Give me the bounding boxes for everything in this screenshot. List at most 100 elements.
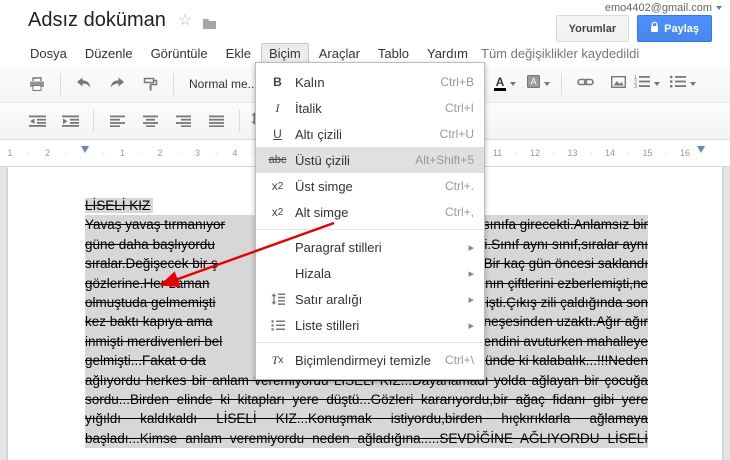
italic-icon: I [275, 100, 280, 115]
ruler-mark: · [552, 148, 556, 158]
paint-format-button[interactable] [135, 72, 165, 96]
toolbar-separator [173, 72, 174, 95]
menu-item-label: Alt simge [295, 204, 349, 220]
ruler-mark: · [102, 148, 106, 158]
submenu-arrow-icon: ▸ [468, 293, 474, 306]
subscript-icon: x2 [271, 205, 284, 219]
redo-button[interactable] [102, 72, 132, 96]
format-menu-item-ustu-cizili[interactable]: abc Üstü çizili Alt+Shift+5 [256, 147, 484, 173]
account-email: emo4402@gmail.com [604, 2, 712, 14]
bullet-list-button[interactable] [666, 72, 699, 96]
undo-button[interactable] [69, 72, 99, 96]
text-color-button[interactable]: A [490, 72, 520, 96]
account-menu[interactable]: emo4402@gmail.com [605, 2, 722, 14]
chevron-down-icon [510, 81, 516, 86]
numbered-list-icon: 123 [633, 75, 650, 93]
right-margin-marker[interactable] [697, 146, 705, 153]
ruler-mark: · [514, 148, 518, 158]
line-spacing-icon [264, 293, 291, 305]
align-right-button[interactable] [168, 109, 198, 133]
left-margin-marker[interactable] [80, 146, 89, 153]
document-title[interactable]: Adsız doküman [28, 9, 166, 32]
svg-text:A: A [530, 76, 536, 86]
comments-button[interactable]: Yorumlar [555, 15, 630, 42]
svg-text:3: 3 [634, 84, 637, 88]
ruler-mark: 12 [529, 148, 541, 158]
list-styles-icon [264, 319, 291, 331]
submenu-arrow-icon: ▸ [468, 241, 474, 254]
google-docs-window: emo4402@gmail.com Adsız doküman ☆ Yoruml… [0, 0, 730, 460]
toolbar-list-group: 123 [630, 65, 699, 102]
toolbar-separator [561, 72, 562, 95]
menu-separator [256, 342, 484, 343]
folder-icon[interactable] [202, 16, 217, 34]
ruler-mark: · [664, 148, 668, 158]
print-button[interactable] [22, 72, 52, 96]
share-button[interactable]: Paylaş [637, 15, 712, 42]
strikethrough-icon: abc [268, 154, 287, 166]
menu-item-label: Kalın [295, 74, 325, 90]
format-menu-item-satir-araligi[interactable]: Satır aralığı ▸ [256, 286, 484, 312]
lock-icon [650, 21, 659, 36]
format-menu-item-bicimlendirmeyi-temizle[interactable]: Tx Biçimlendirmeyi temizle Ctrl+\ [256, 347, 484, 373]
menu-item-shortcut: Alt+Shift+5 [415, 153, 474, 167]
menubar-item-bicim[interactable]: Biçim [260, 43, 309, 64]
ruler-mark: 1 [7, 148, 13, 158]
format-menu-item-italik[interactable]: I İtalik Ctrl+I [256, 95, 484, 121]
ruler-mark: · [27, 148, 31, 158]
align-justify-button[interactable] [201, 109, 231, 133]
menu-item-label: Biçimlendirmeyi temizle [295, 352, 431, 368]
highlight-color-button[interactable]: A [523, 72, 553, 96]
ruler-mark: 2 [157, 148, 163, 158]
ruler-mark: 11 [492, 148, 503, 158]
menu-item-label: Üstü çizili [295, 152, 350, 168]
toolbar-left-group: Normal me... [22, 65, 292, 102]
menubar-item-duzenle[interactable]: Düzenle [77, 43, 141, 64]
align-center-button[interactable] [135, 109, 165, 133]
ruler-mark: 4 [232, 148, 238, 158]
ruler-mark: 13 [567, 148, 578, 158]
menu-item-shortcut: Ctrl+B [440, 75, 474, 89]
menu-separator [256, 229, 484, 230]
chevron-down-icon [690, 81, 696, 86]
header-actions: Yorumlar Paylaş [555, 15, 712, 42]
bullet-list-icon [669, 75, 686, 93]
star-icon[interactable]: ☆ [178, 13, 192, 29]
menubar-item-goruntule[interactable]: Görüntüle [143, 43, 216, 64]
chevron-down-icon [543, 81, 550, 86]
ruler-mark: 3 [194, 148, 201, 158]
format-menu-item-hizala[interactable]: Hizala ▸ [256, 260, 484, 286]
format-menu-item-ust-simge[interactable]: x 2 Üst simge Ctrl+. [256, 173, 484, 199]
format-menu-item-alt-simge[interactable]: x 2 Alt simge Ctrl+, [256, 199, 484, 225]
format-menu-item-paragraf-stilleri[interactable]: Paragraf stilleri ▸ [256, 234, 484, 260]
highlight-color-icon: A [526, 74, 540, 93]
insert-image-button[interactable] [603, 72, 633, 96]
bold-icon: B [273, 75, 282, 89]
format-menu-item-liste-stilleri[interactable]: Liste stilleri ▸ [256, 312, 484, 338]
ruler-mark: 1 [119, 148, 126, 158]
numbered-list-button[interactable]: 123 [630, 72, 663, 96]
menubar-item-dosya[interactable]: Dosya [22, 43, 75, 64]
menubar-item-araclar[interactable]: Araçlar [311, 43, 368, 64]
indent-decrease-button[interactable] [22, 109, 52, 133]
menubar-item-ekle[interactable]: Ekle [218, 43, 259, 64]
menubar-item-tablo[interactable]: Tablo [370, 43, 417, 64]
format-menu-item-alti-cizili[interactable]: U Altı çizili Ctrl+U [256, 121, 484, 147]
document-line: yığıldı kaldıkaldı LİSELİ KIZ...Konuşmak… [85, 409, 648, 429]
format-menu-item-kalin[interactable]: B Kalın Ctrl+B [256, 69, 484, 95]
indent-increase-button[interactable] [55, 109, 85, 133]
share-button-label: Paylaş [664, 22, 699, 35]
ruler-mark: 2 [44, 148, 51, 158]
menubar-item-yardim[interactable]: Yardım [419, 43, 476, 64]
save-status[interactable]: Tüm değişiklikler kaydedildi [481, 46, 639, 61]
toolbar-separator [60, 72, 61, 95]
toolbar-align-group [22, 103, 280, 139]
menu-item-label: Hizala [295, 265, 332, 281]
submenu-arrow-icon: ▸ [468, 267, 474, 280]
menu-item-label: Paragraf stilleri [295, 239, 382, 255]
toolbar-separator [93, 110, 94, 132]
menu-item-shortcut: Ctrl+I [444, 101, 474, 115]
align-left-button[interactable] [102, 109, 132, 133]
text-color-icon: A [494, 74, 506, 91]
insert-link-button[interactable] [570, 72, 600, 96]
